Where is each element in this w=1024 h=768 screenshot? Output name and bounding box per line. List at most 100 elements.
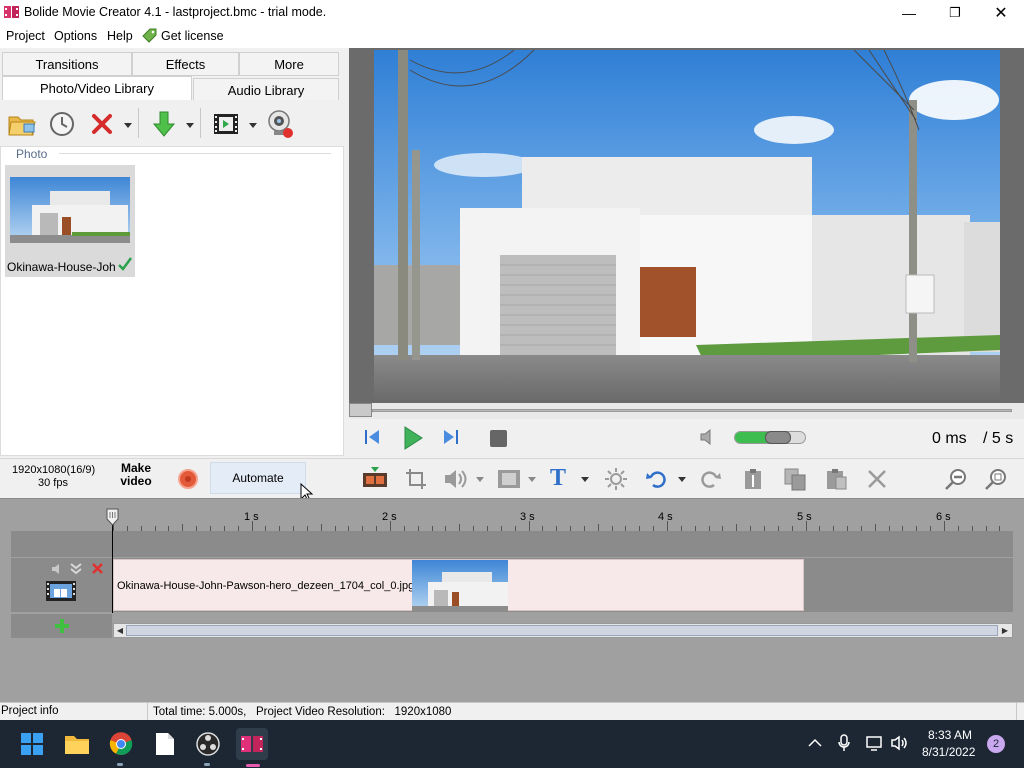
playhead-marker[interactable] [106,508,119,526]
close-icon[interactable] [91,562,104,575]
undo-button[interactable] [645,468,667,490]
automate-button[interactable]: Automate [210,462,306,494]
zoom-fit-button[interactable] [984,467,1008,491]
audio-button[interactable] [443,468,469,490]
seek-thumb[interactable] [349,403,372,417]
chevron-down-icon[interactable] [581,477,589,482]
brightness-button[interactable] [604,467,628,491]
import-button[interactable] [148,108,180,140]
clip-name: Okinawa-House-John-Pawson-hero_dezeen_17… [117,580,415,592]
status-divider [1016,703,1017,720]
clock-time[interactable]: 8:33 AM [928,728,972,742]
chevron-up-icon[interactable] [808,738,822,748]
paste-button[interactable] [824,467,848,491]
project-info[interactable]: Project info [1,705,59,717]
redo-button[interactable] [700,468,722,490]
transition-tool-button[interactable] [362,467,388,489]
open-folder-button[interactable] [6,108,38,140]
menu-bar: Project Options Help Get license [0,25,1024,48]
start-button[interactable] [16,728,48,760]
taskbar-notepad[interactable] [149,728,181,760]
zoom-out-button[interactable] [944,467,968,491]
tab-effects[interactable]: Effects [132,52,239,76]
tab-audio-library[interactable]: Audio Library [193,78,339,102]
zoom-out-icon [945,469,966,490]
crop-button[interactable] [405,468,427,490]
chevron-down-icon[interactable] [124,123,132,128]
chevron-down-icon[interactable] [249,123,257,128]
taskbar-bolide[interactable] [236,728,268,767]
chevron-down-icon[interactable] [528,477,536,482]
scroll-thumb[interactable] [126,625,998,636]
volume-mute-button[interactable] [699,428,719,448]
play-button[interactable] [403,426,425,450]
automate-label: Automate [232,471,284,485]
taskbar-obs[interactable] [192,728,224,766]
add-video-button[interactable] [210,108,242,140]
taskbar-chrome[interactable] [105,728,137,766]
tag-icon [142,28,157,43]
obs-icon [196,732,220,756]
document-icon [156,733,174,755]
toolbar-separator [138,108,139,138]
seek-track[interactable] [372,409,1012,412]
delete-button[interactable] [86,108,118,140]
volume-thumb[interactable] [765,431,791,444]
scroll-left-arrow[interactable]: ◀ [115,625,125,636]
clock-date[interactable]: 8/31/2022 [922,745,975,759]
history-button[interactable] [46,108,78,140]
close-button[interactable]: ✕ [978,0,1024,25]
timeline-scrollbar[interactable]: ◀ ▶ [113,623,1013,638]
microphone-icon[interactable] [837,734,851,752]
audio-track[interactable] [11,531,1013,557]
menu-options[interactable]: Options [54,29,97,43]
chevron-double-down-icon[interactable] [69,562,83,576]
scroll-right-arrow[interactable]: ▶ [1000,625,1010,636]
previous-frame-button[interactable] [363,429,383,447]
record-button[interactable] [178,469,198,489]
notification-badge[interactable]: 2 [987,735,1005,753]
add-track-button[interactable] [11,614,112,638]
volume-slider[interactable] [734,431,806,444]
redo-icon [701,471,721,488]
menu-help[interactable]: Help [107,29,133,43]
maximize-button[interactable]: ❐ [932,0,978,25]
webcam-button[interactable] [264,108,296,140]
stop-button[interactable] [490,430,507,447]
timeline[interactable]: 1 s 2 s 3 s 4 s 5 s 6 s Okinawa-House-Jo… [0,498,1024,702]
play-icon [404,426,423,450]
delete-clip-button[interactable] [866,468,888,490]
network-icon[interactable] [866,735,884,751]
tab-transitions[interactable]: Transitions [2,52,132,76]
chevron-down-icon[interactable] [678,477,686,482]
timeline-ruler[interactable]: 1 s 2 s 3 s 4 s 5 s 6 s [113,507,1013,531]
tab-photo-video-library[interactable]: Photo/Video Library [2,76,192,100]
preview-seek-bar[interactable] [349,403,1024,419]
get-license-button[interactable]: Get license [142,28,224,43]
skip-back-icon [365,430,379,444]
running-indicator [117,763,123,766]
timeline-clip[interactable]: Okinawa-House-John-Pawson-hero_dezeen_17… [113,559,804,612]
next-frame-button[interactable] [442,429,462,447]
taskbar-file-explorer[interactable] [61,728,93,760]
speaker-icon [700,428,711,446]
video-effect-button[interactable] [497,468,521,490]
minimize-button[interactable]: — [886,0,932,25]
cut-button[interactable] [742,467,766,491]
library-item[interactable]: Okinawa-House-Joh [5,165,135,277]
time-total: / 5 s [983,430,1014,447]
video-preview[interactable] [349,48,1024,403]
make-video-button[interactable]: Make video [114,462,158,488]
chevron-down-icon[interactable] [476,477,484,482]
make-video-label: video [120,474,152,488]
copy-button[interactable] [783,467,807,491]
text-tool-button[interactable]: T [550,465,574,491]
chevron-down-icon[interactable] [186,123,194,128]
menu-project[interactable]: Project [6,29,45,43]
speaker-icon[interactable] [51,562,65,576]
tab-more[interactable]: More [239,52,339,76]
ruler-label: 6 s [936,511,951,523]
volume-icon[interactable] [891,735,909,751]
fps-label: 30 fps [38,477,68,489]
split-icon [745,469,761,489]
